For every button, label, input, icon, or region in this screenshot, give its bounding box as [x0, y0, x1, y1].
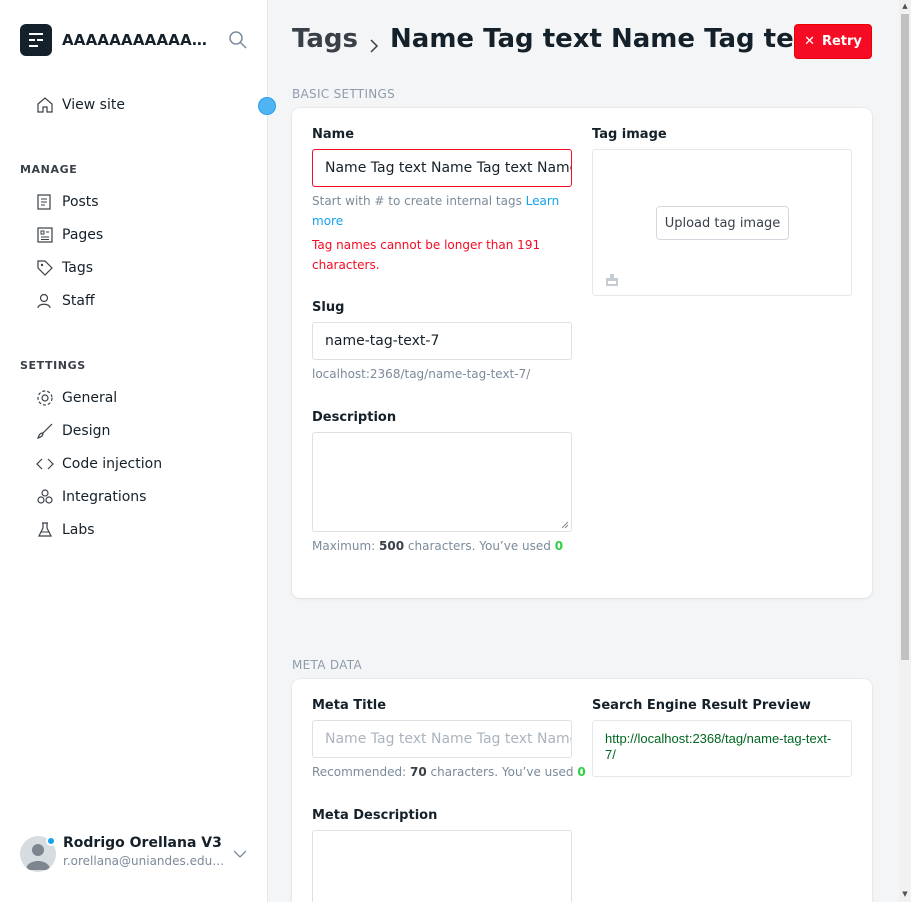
scrollbar-thumb[interactable]: [901, 14, 909, 660]
serp-preview: http://localhost:2368/tag/name-tag-text-…: [592, 720, 852, 777]
search-icon[interactable]: [228, 30, 248, 50]
meta-title-hint: Recommended: 70 characters. You’ve used …: [312, 762, 586, 782]
sidebar: AAAAAAAAAAAAAAAAAAAAAAAAAAAAAAAAAAAAAAAA…: [0, 0, 276, 902]
name-label: Name: [312, 127, 355, 142]
chevron-right-icon: [366, 31, 382, 53]
basic-settings-label: BASIC SETTINGS: [292, 87, 396, 101]
nav-posts-label: Posts: [62, 194, 99, 210]
meta-hint-mid: characters. You’ve used: [430, 765, 574, 779]
scrollbar[interactable]: ▲ ▼: [899, 0, 911, 902]
close-icon: ✕: [804, 34, 815, 49]
serp-url: http://localhost:2368/tag/name-tag-text-…: [605, 731, 832, 762]
slug-label: Slug: [312, 300, 345, 315]
code-icon: [36, 455, 54, 473]
site-logo[interactable]: [20, 24, 52, 56]
retry-button-label: Retry: [821, 34, 862, 49]
user-name: Rodrigo Orellana V3: [63, 835, 222, 851]
nav-staff-label: Staff: [62, 293, 95, 309]
scroll-down-icon[interactable]: ▼: [901, 890, 909, 898]
nav-code-injection[interactable]: Code injection: [36, 452, 162, 476]
nav-view-site-label: View site: [62, 97, 125, 113]
meta-data-card: Meta Title Name Tag text Name Tag text N…: [292, 679, 872, 902]
slug-url: localhost:2368/tag/name-tag-text-7/: [312, 367, 531, 381]
nav-code-injection-label: Code injection: [62, 456, 163, 472]
image-icon: [605, 272, 619, 286]
meta-title-input[interactable]: Name Tag text Name Tag text Name Tag tex…: [312, 720, 572, 758]
resize-handle-icon[interactable]: [561, 521, 569, 529]
description-hint-prefix: Maximum:: [312, 539, 376, 553]
nav-labs-label: Labs: [62, 522, 95, 538]
basic-settings-card: Name Name Tag text Name Tag text Name Ta…: [292, 108, 872, 598]
meta-description-textarea[interactable]: [312, 830, 572, 902]
staff-icon: [36, 292, 54, 310]
posts-icon: [36, 193, 54, 211]
description-hint-mid: characters. You’ve used: [407, 539, 551, 553]
serp-label: Search Engine Result Preview: [592, 698, 811, 713]
description-used-count: 0: [554, 539, 564, 553]
user-menu[interactable]: Rodrigo Orellana V3 r.orellana@uniandes.…: [20, 834, 252, 874]
tag-image-label: Tag image: [592, 127, 667, 142]
integrations-icon: [36, 488, 54, 506]
description-textarea[interactable]: [312, 432, 572, 532]
meta-used-count: 0: [577, 765, 586, 779]
settings-section-label: SETTINGS: [20, 359, 86, 372]
tag-title: Name Tag text Name Tag text: [390, 24, 823, 54]
nav-labs[interactable]: Labs: [36, 518, 95, 542]
home-icon: [36, 96, 54, 114]
gear-icon: [36, 389, 54, 407]
meta-title-label: Meta Title: [312, 698, 387, 713]
nav-posts[interactable]: Posts: [36, 190, 99, 214]
page-title: Tags Name Tag text Name Tag text: [292, 24, 823, 54]
meta-description-label: Meta Description: [312, 808, 438, 823]
user-email: r.orellana@uniandes.edu.co: [63, 854, 225, 868]
meta-recommended: 70: [409, 765, 427, 779]
chevron-down-icon[interactable]: [232, 846, 248, 862]
name-hint-text: Start with # to create internal tags: [312, 194, 522, 208]
retry-button[interactable]: ✕ Retry: [794, 24, 872, 59]
nav-design-label: Design: [62, 423, 111, 439]
description-label: Description: [312, 410, 397, 425]
nav-integrations-label: Integrations: [62, 489, 147, 505]
upload-tag-image-button[interactable]: Upload tag image: [656, 206, 789, 240]
name-hint: Start with # to create internal tags Lea…: [312, 191, 572, 231]
site-logo-icon: [29, 33, 43, 47]
nav-pages-label: Pages: [62, 227, 104, 243]
nav-view-site[interactable]: View site: [36, 93, 125, 117]
manage-section-label: MANAGE: [20, 163, 78, 176]
main-content: Tags Name Tag text Name Tag text ✕ Retry…: [268, 0, 899, 902]
nav-tags-label: Tags: [62, 260, 93, 276]
scroll-up-icon[interactable]: ▲: [901, 2, 909, 10]
nav-tags[interactable]: Tags: [36, 256, 93, 280]
flask-icon: [36, 521, 54, 539]
nav-integrations[interactable]: Integrations: [36, 485, 146, 509]
description-hint: Maximum: 500 characters. You’ve used 0: [312, 536, 563, 556]
user-status-dot: [46, 836, 56, 846]
pages-icon: [36, 226, 54, 244]
description-max: 500: [379, 539, 405, 553]
nav-general-label: General: [62, 390, 118, 406]
name-error: Tag names cannot be longer than 191 char…: [312, 238, 541, 272]
slug-input[interactable]: name-tag-text-7: [312, 322, 572, 360]
tag-image-dropzone[interactable]: Upload tag image: [592, 149, 852, 296]
tag-icon: [36, 259, 54, 277]
meta-data-label: META DATA: [292, 658, 362, 672]
nav-general[interactable]: General: [36, 386, 117, 410]
nav-design[interactable]: Design: [36, 419, 110, 443]
name-input[interactable]: Name Tag text Name Tag text Name Tag tex…: [312, 149, 572, 187]
brush-icon: [36, 422, 54, 440]
breadcrumb-tags[interactable]: Tags: [292, 24, 358, 54]
nav-staff[interactable]: Staff: [36, 289, 95, 313]
nav-pages[interactable]: Pages: [36, 223, 103, 247]
meta-hint-prefix: Recommended:: [312, 765, 407, 779]
site-title[interactable]: AAAAAAAAAAAAAAAAAAAAAAAAAAAAAAAAAAAAAAAA: [62, 31, 212, 49]
